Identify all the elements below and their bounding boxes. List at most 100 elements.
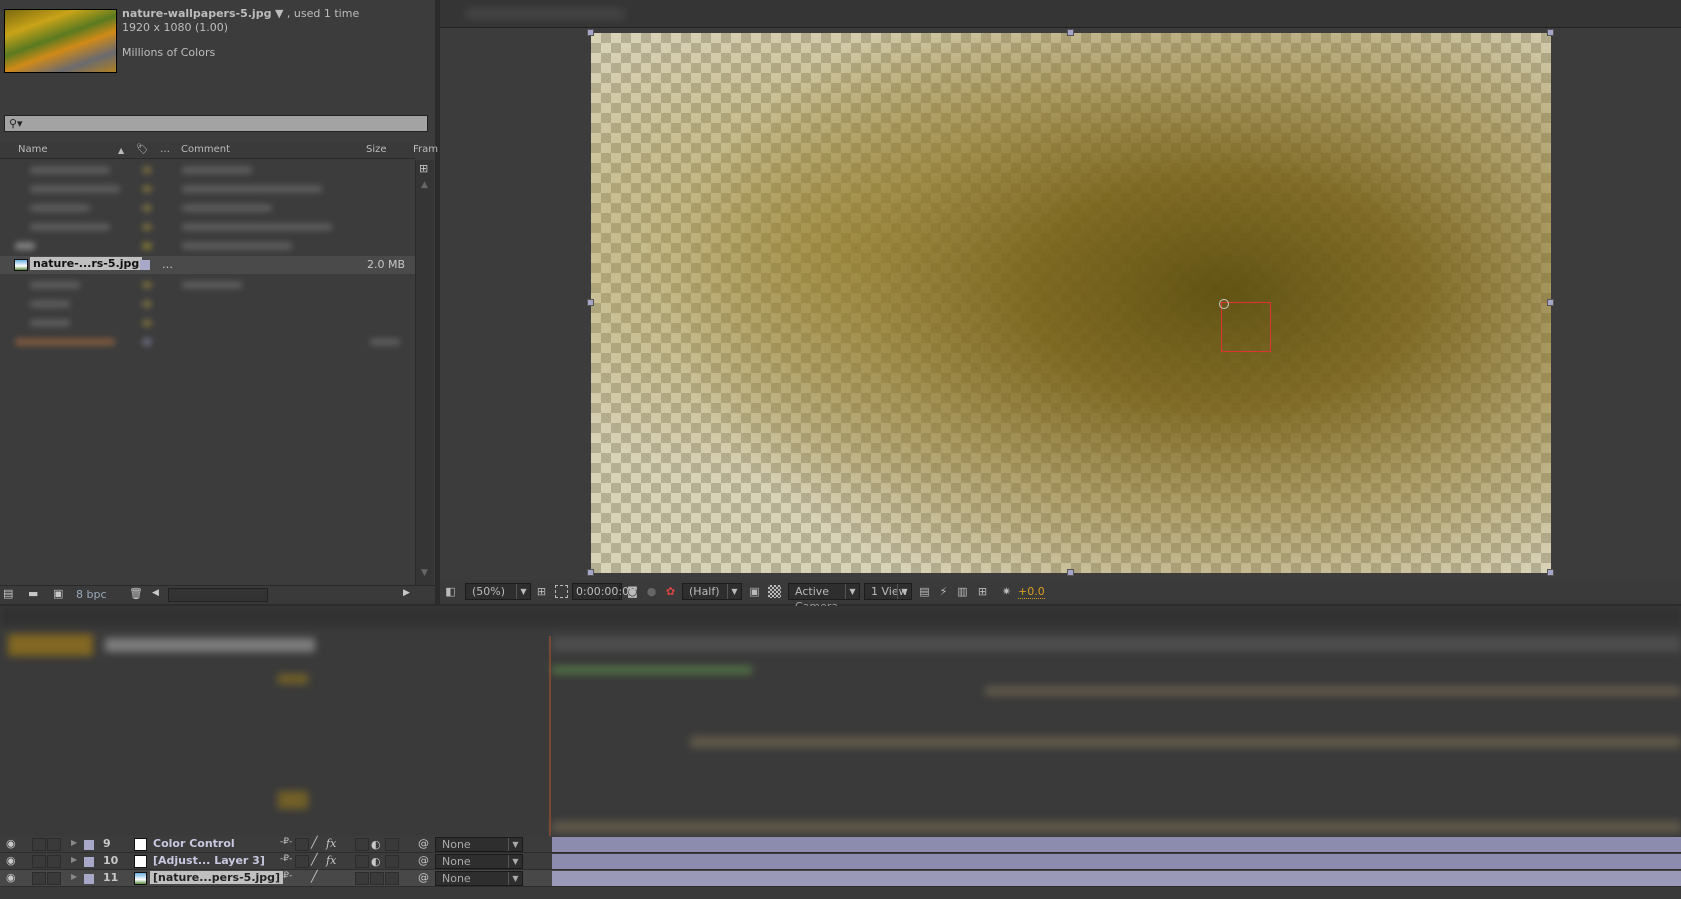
column-frame[interactable]: Fram — [413, 144, 438, 155]
pick-whip-icon[interactable]: @ — [418, 837, 429, 850]
collapse-switch[interactable] — [295, 838, 309, 851]
layer-name[interactable]: [nature...pers-5.jpg] — [150, 871, 284, 884]
expand-triangle-icon[interactable]: ▶ — [71, 838, 77, 847]
toggle-pixel-aspect-icon[interactable]: ▤ — [918, 585, 931, 598]
show-snapshot-icon[interactable]: ● — [645, 585, 658, 598]
audio-toggle[interactable] — [32, 838, 46, 851]
exposure-value[interactable]: +0.0 — [1018, 585, 1045, 599]
motion-blur-switch[interactable] — [355, 855, 369, 868]
label-color-swatch[interactable] — [84, 840, 94, 850]
layer-duration-bar[interactable] — [552, 837, 1681, 852]
adjustment-layer-icon[interactable]: ◐ — [371, 838, 381, 851]
parent-dropdown[interactable]: None ▼ — [435, 871, 523, 886]
camera-view-dropdown[interactable]: Active Camera▼ — [788, 583, 860, 613]
transform-handle[interactable] — [587, 29, 594, 36]
flowchart-icon[interactable]: ⊞ — [419, 162, 428, 175]
layer-name[interactable]: Color Control — [150, 837, 238, 850]
magnification-dropdown[interactable]: (50%) ▼ — [465, 583, 531, 600]
eye-icon[interactable]: ◉ — [6, 854, 16, 867]
effects-switch[interactable]: fx — [326, 854, 336, 867]
shy-switch-icon[interactable]: -₽- — [280, 854, 292, 864]
layer-duration-bar[interactable] — [552, 871, 1681, 886]
shy-switch-icon[interactable]: -₽- — [280, 837, 292, 847]
always-preview-icon[interactable]: ◧ — [444, 585, 457, 598]
transform-handle[interactable] — [1067, 29, 1074, 36]
horizontal-scroll-thumb[interactable] — [168, 588, 268, 602]
view-layout-dropdown[interactable]: 1 View ▼ — [864, 583, 912, 600]
fast-previews-icon[interactable]: ▣ — [748, 585, 761, 598]
collapse-switch[interactable] — [295, 855, 309, 868]
effects-switch[interactable]: fx — [326, 837, 336, 850]
transform-handle[interactable] — [587, 299, 594, 306]
list-item[interactable] — [10, 238, 410, 254]
pick-whip-icon[interactable]: @ — [418, 871, 429, 884]
project-vertical-scrollbar[interactable]: ⊞ ▲ ▼ — [415, 160, 434, 585]
adjustment-layer-icon[interactable]: ◐ — [371, 855, 381, 868]
label-tag-icon[interactable]: 🏷 — [136, 144, 149, 155]
scroll-right-icon[interactable]: ▶ — [403, 588, 410, 598]
list-item[interactable] — [10, 277, 410, 293]
lock-toggle[interactable] — [47, 855, 61, 868]
audio-toggle[interactable] — [32, 855, 46, 868]
transform-handle[interactable] — [1067, 569, 1074, 576]
transform-handle[interactable] — [1547, 299, 1554, 306]
label-color-swatch[interactable] — [84, 874, 94, 884]
list-item[interactable] — [10, 315, 410, 331]
list-item-selected[interactable]: nature-...rs-5.jpg … 2.0 MB — [0, 256, 415, 274]
flowchart-icon[interactable]: ⊞ — [976, 585, 989, 598]
expand-triangle-icon[interactable]: ▶ — [71, 872, 77, 881]
new-folder-icon[interactable]: ▬ — [28, 587, 38, 600]
scroll-down-icon[interactable]: ▼ — [421, 568, 428, 578]
new-composition-icon[interactable]: ▣ — [53, 587, 63, 600]
eye-icon[interactable]: ◉ — [6, 871, 16, 884]
column-comment[interactable]: Comment — [181, 144, 230, 155]
motion-blur-switch[interactable] — [355, 838, 369, 851]
3d-layer-switch[interactable] — [385, 855, 399, 868]
adjustment-layer-switch[interactable] — [370, 872, 384, 885]
quality-slash-icon[interactable]: ╱ — [311, 870, 318, 883]
timeline-icon[interactable]: ▥ — [956, 585, 969, 598]
list-item[interactable] — [10, 200, 410, 216]
layer-name[interactable]: [Adjust... Layer 3] — [150, 854, 268, 867]
snapshot-camera-icon[interactable]: ◙ — [626, 585, 639, 598]
interpret-footage-icon[interactable]: ▤ — [3, 587, 13, 600]
layer-row-selected[interactable]: ◉ ▶ 11 [nature...pers-5.jpg] -₽- ╱ @ Non… — [0, 870, 1681, 887]
sort-ascending-icon[interactable]: ▲ — [118, 146, 124, 155]
transform-handle[interactable] — [587, 569, 594, 576]
label-color-swatch[interactable] — [140, 260, 150, 270]
eye-icon[interactable]: ◉ — [6, 837, 16, 850]
layer-duration-bar[interactable] — [552, 854, 1681, 869]
column-name[interactable]: Name — [18, 144, 48, 155]
shy-switch-icon[interactable]: -₽- — [280, 871, 292, 881]
lock-toggle[interactable] — [47, 872, 61, 885]
list-item[interactable] — [10, 334, 410, 350]
expand-triangle-icon[interactable]: ▶ — [71, 855, 77, 864]
parent-dropdown[interactable]: None ▼ — [435, 854, 523, 869]
bit-depth-button[interactable]: 8 bpc — [76, 588, 107, 601]
3d-layer-switch[interactable] — [385, 838, 399, 851]
transform-handle[interactable] — [1547, 569, 1554, 576]
footage-title[interactable]: nature-wallpapers-5.jpg ▼ , used 1 time — [122, 7, 359, 20]
lock-toggle[interactable] — [47, 838, 61, 851]
list-item[interactable] — [10, 162, 410, 178]
trash-icon[interactable]: 🗑 — [129, 587, 143, 600]
3d-layer-switch[interactable] — [385, 872, 399, 885]
audio-toggle[interactable] — [32, 872, 46, 885]
current-time-display[interactable]: 0:00:00:00 — [572, 583, 636, 600]
quality-slash-icon[interactable]: ╱ — [311, 853, 318, 866]
anchor-point-icon[interactable] — [1219, 299, 1229, 309]
transform-handle[interactable] — [1547, 29, 1554, 36]
layer-row[interactable]: ◉ ▶ 9 Color Control -₽- ╱ fx ◐ @ None ▼ — [0, 836, 1681, 853]
column-size[interactable]: Size — [366, 144, 387, 155]
fast-preview-bolt-icon[interactable]: ⚡ — [937, 585, 950, 598]
channel-rgb-icon[interactable]: ✿ — [664, 585, 677, 598]
safe-margins-icon[interactable]: ⊞ — [535, 585, 548, 598]
item-name[interactable]: nature-...rs-5.jpg — [30, 257, 143, 270]
resolution-dropdown[interactable]: (Half) ▼ — [682, 583, 742, 600]
scroll-up-icon[interactable]: ▲ — [421, 180, 428, 190]
scroll-left-icon[interactable]: ◀ — [152, 588, 159, 598]
tab-composition[interactable] — [465, 8, 625, 20]
region-of-interest-icon[interactable] — [555, 585, 568, 598]
time-indicator[interactable] — [549, 636, 551, 836]
project-search-input[interactable]: ⚲▾ — [4, 115, 428, 132]
